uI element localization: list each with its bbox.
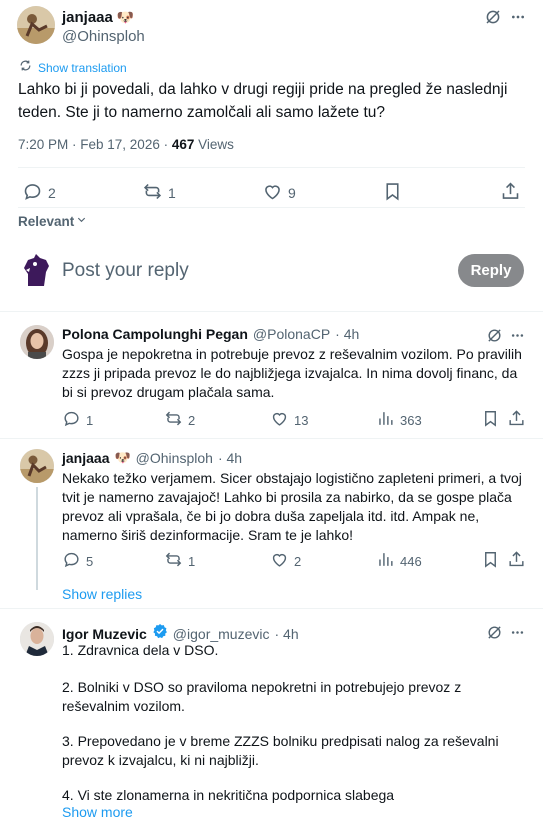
main-repost-action[interactable]: 1 — [142, 181, 176, 205]
reply-2-views-action[interactable]: 446 — [376, 550, 422, 572]
divider — [0, 608, 543, 609]
main-tweet-views-label: Views — [194, 137, 234, 152]
main-tweet-views-count: 467 — [171, 137, 195, 152]
reply-1-views-action[interactable]: 363 — [376, 409, 422, 431]
main-author-name[interactable]: janjaaa — [62, 9, 113, 26]
reply-2-author-handle[interactable]: @Ohinsploh — [136, 450, 213, 466]
bookmark-icon[interactable] — [481, 409, 500, 428]
divider — [0, 438, 543, 439]
reply-3-avatar[interactable] — [20, 622, 54, 656]
chevron-down-icon — [76, 212, 87, 230]
more-icon[interactable] — [507, 6, 529, 28]
bookmark-icon[interactable] — [481, 550, 500, 569]
main-tweet-meta: 7:20 PM · Feb 17, 2026 · 467 Views — [18, 137, 234, 152]
reply-3-paragraph-1: 1. Zdravnica dela v DSO. — [62, 642, 219, 658]
show-replies-link[interactable]: Show replies — [62, 586, 142, 602]
reply-button[interactable]: Reply — [458, 254, 524, 287]
sort-dropdown[interactable]: Relevant — [18, 212, 87, 230]
main-repost-count: 1 — [168, 185, 176, 201]
reply-1-author-name[interactable]: Polona Campolunghi Pegan — [62, 326, 248, 342]
main-like-count: 9 — [288, 185, 296, 201]
bookmark-icon[interactable] — [382, 181, 403, 202]
main-author-handle[interactable]: @Ohinsploh — [62, 28, 145, 45]
like-icon — [270, 409, 289, 431]
divider — [18, 207, 525, 208]
repost-icon — [164, 550, 183, 572]
grok-icon[interactable] — [483, 621, 505, 643]
main-author-name-row[interactable]: janjaaa 🐶 — [62, 9, 134, 26]
like-icon — [262, 181, 283, 205]
reply-2-header: janjaaa 🐶 @Ohinsploh · 4h — [62, 450, 242, 466]
grok-icon[interactable] — [483, 324, 505, 346]
translate-icon — [19, 59, 32, 77]
reply-1-text: Gospa je nepokretna in potrebuje prevoz … — [62, 346, 522, 400]
reply-3-paragraph-3: 3. Prepovedano je v breme ZZZS bolniku p… — [62, 733, 499, 768]
reply-1-reply-action[interactable]: 1 — [62, 409, 93, 431]
repost-icon — [164, 409, 183, 431]
reply-2-views-count: 446 — [400, 553, 422, 569]
divider — [0, 311, 543, 312]
composer-avatar — [16, 250, 56, 290]
reply-icon — [62, 550, 81, 572]
reply-1-repost-action[interactable]: 2 — [164, 409, 195, 431]
reply-1-author-handle[interactable]: @PolonaCP — [253, 326, 330, 342]
reply-2-repost-count: 1 — [188, 553, 196, 569]
views-icon — [376, 409, 395, 431]
reply-2-like-action[interactable]: 2 — [270, 550, 301, 572]
repost-icon — [142, 181, 163, 205]
main-reply-action[interactable]: 2 — [22, 181, 56, 205]
reply-icon — [22, 181, 43, 205]
reply-2-author-name[interactable]: janjaaa — [62, 450, 109, 466]
reply-2-reply-action[interactable]: 5 — [62, 550, 93, 572]
reply-3-paragraph-4: 4. Vi ste zlonamerna in nekritična podpo… — [62, 787, 395, 803]
like-icon — [270, 550, 289, 572]
reply-3-time[interactable]: · 4h — [274, 626, 298, 642]
main-author-emoji: 🐶 — [116, 9, 135, 25]
show-translation-link[interactable]: Show translation — [19, 59, 127, 77]
reply-1-like-count: 13 — [294, 412, 309, 428]
reply-icon — [62, 409, 81, 431]
share-icon[interactable] — [507, 550, 526, 569]
reply-1-time[interactable]: · 4h — [335, 326, 359, 342]
grok-icon[interactable] — [482, 6, 504, 28]
reply-2-avatar[interactable] — [20, 449, 54, 483]
main-tweet-timestamp[interactable]: 7:20 PM · Feb 17, 2026 · — [18, 137, 172, 152]
share-icon[interactable] — [500, 181, 521, 202]
divider — [18, 167, 525, 168]
main-reply-count: 2 — [48, 185, 56, 201]
reply-2-time[interactable]: · 4h — [218, 450, 242, 466]
more-icon[interactable] — [506, 324, 528, 346]
main-author-avatar[interactable] — [17, 6, 55, 44]
reply-2-author-emoji: 🐶 — [114, 450, 131, 465]
share-icon[interactable] — [507, 409, 526, 428]
reply-2-reply-count: 5 — [86, 553, 94, 569]
more-icon[interactable] — [506, 621, 528, 643]
reply-2-repost-action[interactable]: 1 — [164, 550, 195, 572]
views-icon — [376, 550, 395, 572]
reply-3-paragraph-2: 2. Bolniki v DSO so praviloma nepokretni… — [62, 679, 462, 714]
reply-1-like-action[interactable]: 13 — [270, 409, 308, 431]
reply-1-header: Polona Campolunghi Pegan @PolonaCP · 4h — [62, 326, 359, 342]
reply-2-text: Nekako težko verjamem. Sicer obstajajo l… — [62, 470, 522, 543]
sort-label: Relevant — [18, 213, 75, 229]
main-tweet-text: Lahko bi ji povedali, da lahko v drugi r… — [18, 81, 508, 121]
reply-1-avatar[interactable] — [20, 325, 54, 359]
reply-1-views-count: 363 — [400, 412, 422, 428]
reply-composer-input[interactable]: Post your reply — [62, 260, 189, 282]
thread-line — [36, 487, 38, 590]
reply-1-repost-count: 2 — [188, 412, 196, 428]
main-like-action[interactable]: 9 — [262, 181, 296, 205]
show-translation-label[interactable]: Show translation — [38, 61, 127, 75]
reply-2-like-count: 2 — [294, 553, 302, 569]
reply-1-reply-count: 1 — [86, 412, 94, 428]
reply-3-author-handle[interactable]: @igor_muzevic — [173, 626, 270, 642]
show-more-link[interactable]: Show more — [62, 804, 133, 820]
reply-3-author-name[interactable]: Igor Muzevic — [62, 626, 147, 642]
